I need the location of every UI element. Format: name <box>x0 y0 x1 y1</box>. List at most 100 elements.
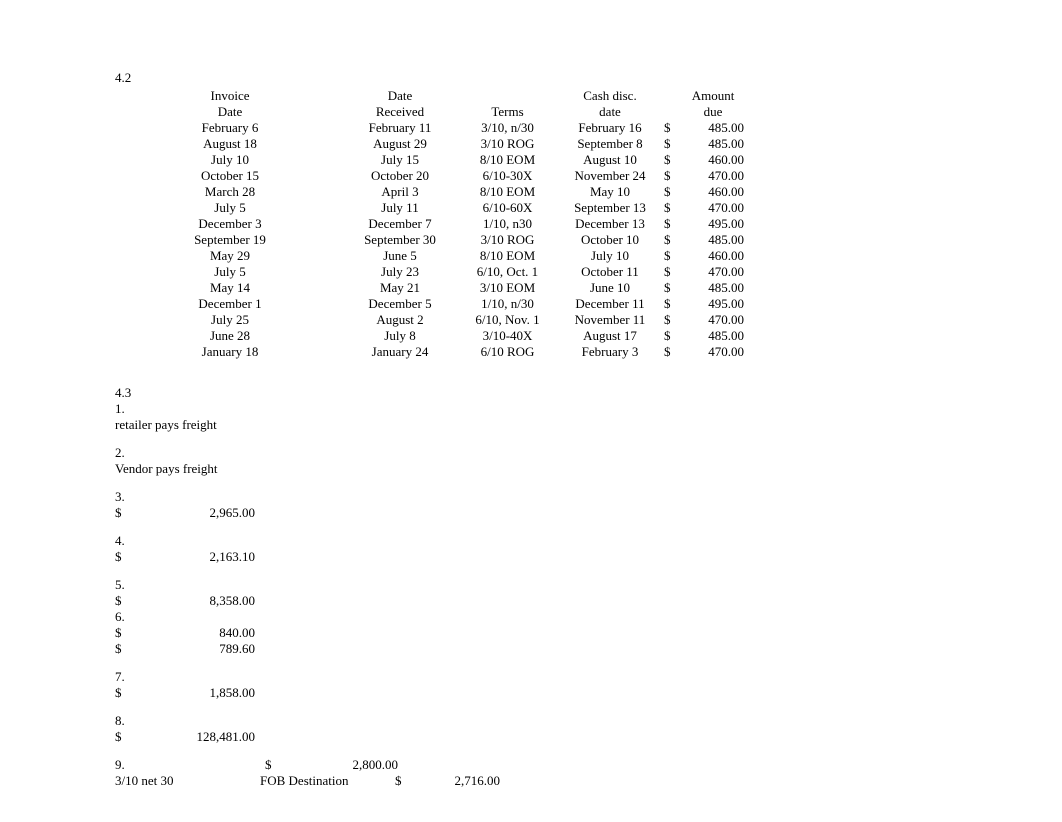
cell-amount: 485.00 <box>682 280 744 296</box>
cell-currency: $ <box>660 280 682 296</box>
cell-cashdisc: May 10 <box>560 184 660 200</box>
cell-amount: 495.00 <box>682 296 744 312</box>
q8-num: 8. <box>115 713 1062 729</box>
cell-received: May 21 <box>345 280 455 296</box>
cell-currency: $ <box>660 232 682 248</box>
cell-invoice: June 28 <box>115 328 345 344</box>
cell-received: August 2 <box>345 312 455 328</box>
cell-terms: 3/10 ROG <box>455 136 560 152</box>
cell-received: December 5 <box>345 296 455 312</box>
hdr-cashdisc-l2: date <box>560 104 660 120</box>
table-row: May 14May 213/10 EOMJune 10$485.00 <box>115 280 744 296</box>
cell-currency: $ <box>660 312 682 328</box>
cell-received: July 23 <box>345 264 455 280</box>
q2-text: Vendor pays freight <box>115 461 1062 477</box>
cell-cashdisc: July 10 <box>560 248 660 264</box>
table-row: March 28April 38/10 EOMMay 10$460.00 <box>115 184 744 200</box>
q3-amount-row: $ 2,965.00 <box>115 505 1062 521</box>
cell-received: July 8 <box>345 328 455 344</box>
cell-invoice: July 5 <box>115 200 345 216</box>
q9-line2: 3/10 net 30 FOB Destination $ 2,716.00 <box>115 773 1062 789</box>
cell-cashdisc: November 24 <box>560 168 660 184</box>
table-row: July 5July 116/10-60XSeptember 13$470.00 <box>115 200 744 216</box>
cell-terms: 6/10, Nov. 1 <box>455 312 560 328</box>
table-row: July 5July 236/10, Oct. 1October 11$470.… <box>115 264 744 280</box>
q5-amount-row: $ 8,358.00 <box>115 593 1062 609</box>
q7-amt: 1,858.00 <box>125 685 255 701</box>
cell-received: February 11 <box>345 120 455 136</box>
q8-amount-row: $ 128,481.00 <box>115 729 1062 745</box>
cell-terms: 1/10, n/30 <box>455 296 560 312</box>
cell-invoice: January 18 <box>115 344 345 360</box>
cell-cashdisc: December 11 <box>560 296 660 312</box>
cell-cashdisc: August 10 <box>560 152 660 168</box>
q1-text: retailer pays freight <box>115 417 1062 433</box>
cell-cashdisc: November 11 <box>560 312 660 328</box>
q9-l2-fob: FOB Destination <box>260 773 395 789</box>
cell-currency: $ <box>660 328 682 344</box>
cell-amount: 485.00 <box>682 120 744 136</box>
table-row: December 3December 71/10, n30December 13… <box>115 216 744 232</box>
cell-cashdisc: September 13 <box>560 200 660 216</box>
q4-amount-row: $ 2,163.10 <box>115 549 1062 565</box>
q9-line1: 9. $ 2,800.00 <box>115 757 1062 773</box>
q9-l2-cur: $ <box>395 773 410 789</box>
cell-amount: 470.00 <box>682 344 744 360</box>
cell-currency: $ <box>660 184 682 200</box>
cell-invoice: May 29 <box>115 248 345 264</box>
hdr-terms: Terms <box>455 104 560 120</box>
cell-received: June 5 <box>345 248 455 264</box>
q6-cur-1: $ <box>115 625 125 641</box>
cell-currency: $ <box>660 168 682 184</box>
cell-invoice: August 18 <box>115 136 345 152</box>
hdr-invoice-l2: Date <box>115 104 345 120</box>
table-row: January 18January 246/10 ROGFebruary 3$4… <box>115 344 744 360</box>
cell-currency: $ <box>660 136 682 152</box>
cell-terms: 6/10 ROG <box>455 344 560 360</box>
invoice-table: Invoice Date Cash disc. Amount Date Rece… <box>115 88 744 360</box>
cell-invoice: May 14 <box>115 280 345 296</box>
cell-amount: 470.00 <box>682 312 744 328</box>
table-row: July 10July 158/10 EOMAugust 10$460.00 <box>115 152 744 168</box>
cell-invoice: October 15 <box>115 168 345 184</box>
q6-cur-2: $ <box>115 641 125 657</box>
cell-invoice: September 19 <box>115 232 345 248</box>
cell-amount: 460.00 <box>682 248 744 264</box>
q9-l2-amt: 2,716.00 <box>410 773 500 789</box>
cell-currency: $ <box>660 296 682 312</box>
cell-cashdisc: October 11 <box>560 264 660 280</box>
cell-amount: 470.00 <box>682 168 744 184</box>
cell-currency: $ <box>660 248 682 264</box>
cell-received: July 15 <box>345 152 455 168</box>
cell-currency: $ <box>660 216 682 232</box>
cell-terms: 8/10 EOM <box>455 248 560 264</box>
cell-amount: 470.00 <box>682 200 744 216</box>
cell-terms: 3/10-40X <box>455 328 560 344</box>
cell-terms: 8/10 EOM <box>455 152 560 168</box>
cell-terms: 3/10, n/30 <box>455 120 560 136</box>
cell-invoice: March 28 <box>115 184 345 200</box>
cell-cashdisc: August 17 <box>560 328 660 344</box>
q8-cur: $ <box>115 729 125 745</box>
q8-amt: 128,481.00 <box>125 729 255 745</box>
cell-currency: $ <box>660 120 682 136</box>
cell-invoice: July 25 <box>115 312 345 328</box>
cell-terms: 6/10-60X <box>455 200 560 216</box>
cell-currency: $ <box>660 152 682 168</box>
cell-currency: $ <box>660 200 682 216</box>
cell-invoice: December 1 <box>115 296 345 312</box>
table-row: October 15October 206/10-30XNovember 24$… <box>115 168 744 184</box>
cell-amount: 470.00 <box>682 264 744 280</box>
cell-cashdisc: February 3 <box>560 344 660 360</box>
cell-amount: 460.00 <box>682 152 744 168</box>
cell-received: January 24 <box>345 344 455 360</box>
table-row: December 1December 51/10, n/30December 1… <box>115 296 744 312</box>
cell-received: September 30 <box>345 232 455 248</box>
hdr-amount-l1: Amount <box>682 88 744 104</box>
cell-cashdisc: December 13 <box>560 216 660 232</box>
cell-currency: $ <box>660 264 682 280</box>
q9-num: 9. <box>115 757 265 773</box>
cell-cashdisc: June 10 <box>560 280 660 296</box>
table-row: August 18August 293/10 ROGSeptember 8$48… <box>115 136 744 152</box>
q7-amount-row: $ 1,858.00 <box>115 685 1062 701</box>
